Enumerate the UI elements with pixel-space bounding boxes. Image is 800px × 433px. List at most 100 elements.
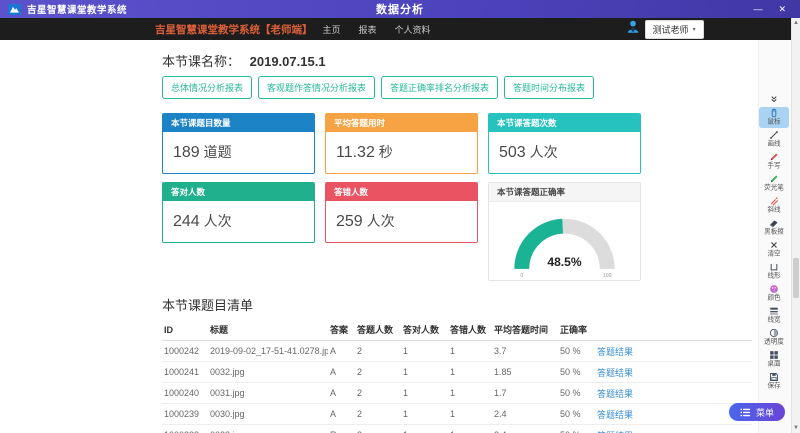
table-cell: 1	[448, 404, 492, 425]
user-menu-button[interactable]: 测试老师 ▾	[645, 20, 704, 39]
table-cell: A	[328, 341, 355, 362]
scrollbar-thumb[interactable]	[793, 258, 799, 298]
minimize-button[interactable]: —	[753, 0, 762, 18]
table-cell: 0032.jpg	[208, 362, 328, 383]
tool-desktop[interactable]: 桌面	[759, 349, 789, 370]
table-cell: 0031.jpg	[208, 383, 328, 404]
stat-card-title: 答错人数	[326, 183, 477, 201]
tool-label: 保存	[767, 383, 780, 390]
table-body: 10002422019-09-02_17-51-41.0278.jpgA2113…	[162, 341, 752, 433]
caret-down-icon: ▾	[693, 26, 696, 33]
column-header: 答题人数	[355, 319, 401, 341]
stat-card: 答错人数259 人次	[325, 182, 478, 243]
table-row: 10002390030.jpgA2112.450 %答题结果	[162, 404, 752, 425]
transparency-icon	[769, 328, 779, 338]
stat-card: 本节课答题次数503 人次	[488, 113, 641, 174]
column-header	[595, 319, 752, 341]
nav-item-2[interactable]: 个人资料	[395, 23, 431, 36]
lesson-title-row: 本节课名称： 2019.07.15.1	[162, 51, 752, 70]
scrollbar[interactable]: ▲ ▼	[791, 18, 800, 433]
navbar-brand: 吉星智慧课堂教学系统【老师端】	[155, 22, 313, 37]
tool-save[interactable]: 保存	[759, 371, 789, 392]
report-button[interactable]: 答题时间分布报表	[504, 76, 594, 99]
column-header: 标题	[208, 319, 328, 341]
column-header: 正确率	[558, 319, 595, 341]
nav-item-0[interactable]: 主页	[323, 23, 341, 36]
menu-button-label: 菜单	[756, 406, 774, 419]
table-cell: 1	[401, 362, 448, 383]
table-cell: 2.4	[492, 404, 558, 425]
stat-card: 答对人数244 人次	[162, 182, 315, 243]
tool-eraser[interactable]: 黑板擦	[759, 217, 789, 238]
table-cell: 1	[448, 425, 492, 433]
close-button[interactable]: ✕	[778, 0, 786, 18]
answer-result-link[interactable]: 答题结果	[597, 410, 633, 420]
tool-slash-line[interactable]: 斜线	[759, 195, 789, 216]
tool-color[interactable]: 颜色	[759, 283, 789, 304]
slash-line-icon	[769, 196, 779, 206]
tool-mouse[interactable]: 鼠标	[759, 107, 789, 128]
answer-result-link[interactable]: 答题结果	[597, 368, 633, 378]
line-width-icon	[769, 306, 779, 316]
tool-label: 颜色	[767, 295, 780, 302]
table-cell: 3.7	[492, 341, 558, 362]
app-logo-icon	[8, 4, 21, 15]
stat-card-value: 11.32 秒	[326, 132, 477, 173]
table-cell: 2	[355, 362, 401, 383]
tool-transparency[interactable]: 透明度	[759, 327, 789, 348]
window-controls: — ✕	[753, 0, 792, 18]
tool-label: 桌面	[767, 361, 780, 368]
tool-line-shape[interactable]: 线形	[759, 261, 789, 282]
window-titlebar: 吉星智慧课堂教学系统 数据分析 — ✕	[0, 0, 800, 18]
tool-line-width[interactable]: 线宽	[759, 305, 789, 326]
table-title: 本节课题目清单	[162, 295, 752, 314]
table-cell: 1000238	[162, 425, 208, 433]
app-title: 吉星智慧课堂教学系统	[27, 2, 127, 16]
stat-card-value: 244 人次	[163, 201, 314, 242]
window-center-title: 数据分析	[376, 1, 424, 17]
desktop-icon	[769, 350, 779, 360]
tool-label: 手写	[767, 163, 780, 170]
table-cell: 2	[355, 404, 401, 425]
answer-result-link[interactable]: 答题结果	[597, 347, 633, 357]
table-cell: 2	[355, 341, 401, 362]
scroll-down-icon[interactable]: ▼	[792, 425, 800, 431]
report-button[interactable]: 总体情况分析报表	[162, 76, 252, 99]
main-content: 本节课名称： 2019.07.15.1 总体情况分析报表客观题作答情况分析报表答…	[0, 40, 800, 433]
tool-highlighter[interactable]: 荧光笔	[759, 173, 789, 194]
save-icon	[769, 372, 779, 382]
clear-icon	[769, 240, 779, 250]
report-page: 本节课名称： 2019.07.15.1 总体情况分析报表客观题作答情况分析报表答…	[162, 40, 752, 433]
nav-item-1[interactable]: 报表	[359, 23, 377, 36]
table-cell: 50 %	[558, 404, 595, 425]
table-cell: 1000241	[162, 362, 208, 383]
stat-card-title: 本节课答题次数	[489, 114, 640, 132]
stat-card: 平均答题用时11.32 秒	[325, 113, 478, 174]
table-cell: 1.85	[492, 362, 558, 383]
report-button[interactable]: 答题正确率排名分析报表	[381, 76, 498, 99]
tool-label: 线形	[767, 273, 780, 280]
report-button[interactable]: 客观题作答情况分析报表	[258, 76, 375, 99]
table-cell: 50 %	[558, 362, 595, 383]
gauge-max-label: 100	[603, 273, 612, 279]
stat-card-title: 答对人数	[163, 183, 314, 201]
tool-collapse[interactable]	[759, 93, 789, 106]
tool-clear[interactable]: 清空	[759, 239, 789, 260]
table-cell: 1000242	[162, 341, 208, 362]
table-row: 10002380028.jpgR2112.450 %答题结果	[162, 425, 752, 433]
column-header: 答案	[328, 319, 355, 341]
tool-label: 黑板擦	[764, 229, 784, 236]
scroll-up-icon[interactable]: ▲	[792, 20, 800, 26]
tool-draw-line[interactable]: 画线	[759, 129, 789, 150]
table-row: 10002422019-09-02_17-51-41.0278.jpgA2113…	[162, 341, 752, 362]
table-row: 10002410032.jpgA2111.8550 %答题结果	[162, 362, 752, 383]
table-cell: 1.7	[492, 383, 558, 404]
table-cell: 1	[401, 404, 448, 425]
table-cell: 50 %	[558, 383, 595, 404]
answer-result-link[interactable]: 答题结果	[597, 389, 633, 399]
table-cell: 1	[448, 341, 492, 362]
gauge-card-title: 本节课答题正确率	[489, 183, 640, 202]
tool-handwrite[interactable]: 手写	[759, 151, 789, 172]
menu-button[interactable]: 菜单	[729, 403, 785, 421]
lesson-name-value: 2019.07.15.1	[250, 54, 326, 69]
